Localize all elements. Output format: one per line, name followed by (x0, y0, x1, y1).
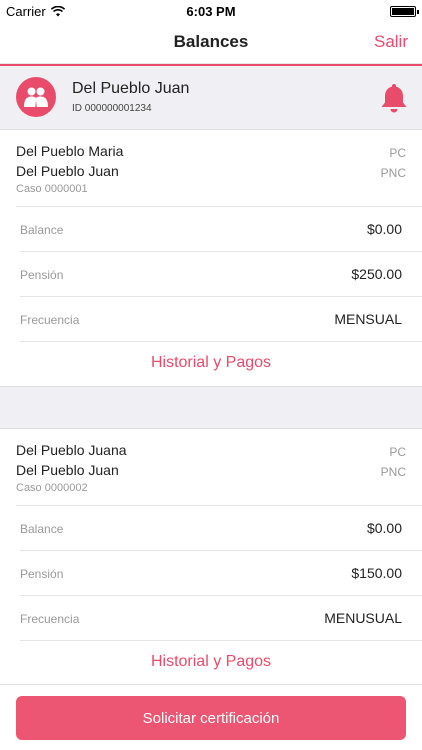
status-bar: Carrier 6:03 PM (0, 0, 422, 22)
history-link-row: Historial y Pagos (0, 342, 422, 386)
frequency-label: Frecuencia (20, 313, 80, 327)
user-id: ID 000000001234 (72, 103, 152, 114)
logout-button[interactable]: Salir (374, 32, 408, 52)
frequency-value: MENUSUAL (324, 610, 402, 626)
page-title: Balances (173, 32, 249, 51)
users-icon (24, 87, 48, 107)
avatar (16, 77, 56, 117)
bottom-bar: Solicitar certificación (0, 684, 422, 750)
case-number: Caso 0000002 (16, 482, 88, 494)
case-number: Caso 0000001 (16, 183, 88, 195)
balance-value: $0.00 (366, 520, 402, 536)
case-role-pc: PC (389, 445, 406, 459)
frequency-row: Frecuencia MENSUAL (20, 297, 422, 342)
navigation-bar: Balances Salir (0, 22, 422, 64)
balance-label: Balance (20, 223, 64, 237)
case-beneficiary-name: Del Pueblo Maria (16, 143, 124, 159)
status-time: 6:03 PM (186, 4, 236, 19)
battery-icon (390, 6, 419, 17)
pension-value: $250.00 (351, 266, 402, 282)
section-separator (0, 386, 422, 429)
history-link-row: Historial y Pagos (0, 641, 422, 685)
case-obligor-name: Del Pueblo Juan (16, 462, 119, 478)
case-header: Del Pueblo Maria Del Pueblo Juan Caso 00… (16, 131, 422, 207)
pension-label: Pensión (20, 567, 64, 581)
case-card: Del Pueblo Maria Del Pueblo Juan Caso 00… (0, 131, 422, 386)
case-card: Del Pueblo Juana Del Pueblo Juan Caso 00… (0, 430, 422, 685)
case-beneficiary-name: Del Pueblo Juana (16, 442, 127, 458)
balance-label: Balance (20, 522, 64, 536)
pension-label: Pensión (20, 268, 64, 282)
pension-row: Pensión $150.00 (20, 551, 422, 596)
frequency-value: MENSUAL (334, 311, 402, 327)
history-payments-link[interactable]: Historial y Pagos (151, 653, 271, 671)
balance-value: $0.00 (366, 221, 402, 237)
case-obligor-name: Del Pueblo Juan (16, 163, 119, 179)
balance-row: Balance $0.00 (20, 207, 422, 252)
case-role-pnc: PNC (380, 465, 406, 479)
frequency-label: Frecuencia (20, 612, 80, 626)
case-role-pc: PC (389, 146, 406, 160)
pension-value: $150.00 (351, 565, 402, 581)
request-certification-button[interactable]: Solicitar certificación (16, 696, 406, 740)
frequency-row: Frecuencia MENUSUAL (20, 596, 422, 641)
case-role-pnc: PNC (380, 166, 406, 180)
case-header: Del Pueblo Juana Del Pueblo Juan Caso 00… (16, 430, 422, 506)
balance-row: Balance $0.00 (20, 506, 422, 551)
history-payments-link[interactable]: Historial y Pagos (151, 354, 271, 372)
bell-icon[interactable] (380, 82, 408, 114)
user-header: Del Pueblo Juan ID 000000001234 (0, 66, 422, 130)
pension-row: Pensión $250.00 (20, 252, 422, 297)
user-name: Del Pueblo Juan (72, 80, 190, 97)
